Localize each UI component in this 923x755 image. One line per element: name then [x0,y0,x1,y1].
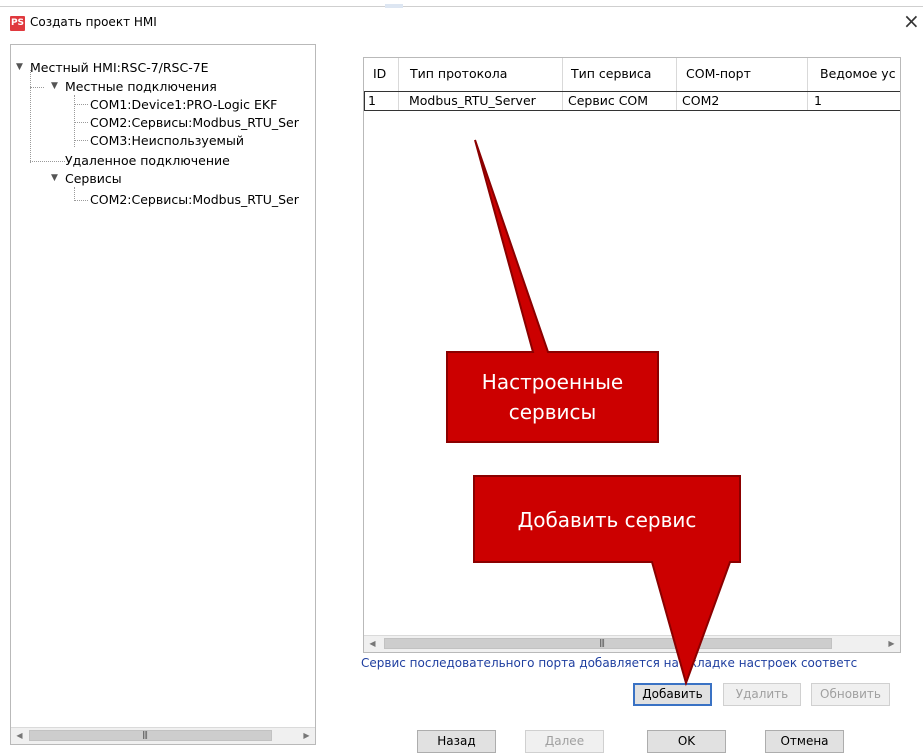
table-cell: 1 [368,93,376,108]
tree-connector [74,140,88,141]
callout-text-line: сервисы [508,400,597,424]
expand-arrow-icon[interactable]: ▼ [51,78,58,95]
scroll-right-icon[interactable]: ▶ [298,728,315,744]
table-cell: Modbus_RTU_Server [409,93,536,108]
tree-item-remote-connection[interactable]: Удаленное подключение [65,152,230,169]
tree-item-com2[interactable]: COM2:Сервисы:Modbus_RTU_Ser [90,114,299,131]
tree-connector [74,122,88,123]
callout-label-add-service: Добавить сервис [517,508,697,532]
tree-item-com3[interactable]: COM3:Неиспользуемый [90,132,244,149]
column-header-com-port[interactable]: COM-порт [686,58,751,90]
scroll-right-icon[interactable]: ▶ [883,636,900,652]
table-cell: 1 [814,93,822,108]
scrollbar-thumb[interactable]: ||| [29,730,272,741]
connection-tree[interactable]: ▼ Местный HMI:RSC-7/RSC-7E ▼ Местные под… [10,44,316,745]
tree-connector [74,104,88,105]
tree-item-local-connections[interactable]: Местные подключения [65,78,217,95]
cancel-button[interactable]: Отмена [765,730,844,753]
tree-item-services[interactable]: Сервисы [65,170,122,187]
top-border [0,6,923,7]
scrollbar-thumb[interactable]: ||| [384,638,832,649]
delete-button[interactable]: Удалить [723,683,801,706]
column-header-protocol[interactable]: Тип протокола [410,58,507,90]
tree-connector [74,200,88,201]
ok-button[interactable]: OK [647,730,726,753]
close-icon[interactable]: × [903,11,920,31]
scroll-left-icon[interactable]: ◀ [11,728,28,744]
table-horizontal-scrollbar[interactable]: ◀ ||| ▶ [364,635,900,652]
callout-label-configured: Настроенные сервисы [447,367,658,427]
column-header-id[interactable]: ID [373,58,386,90]
scroll-grip-icon: ||| [142,730,148,739]
tree-horizontal-scrollbar[interactable]: ◀ ||| ▶ [11,727,315,744]
next-button[interactable]: Далее [525,730,604,753]
callout-text-line: Настроенные [481,370,624,394]
update-button[interactable]: Обновить [811,683,890,706]
expand-arrow-icon[interactable]: ▼ [16,59,23,76]
app-logo-icon: PS [10,16,25,31]
tree-item-com1[interactable]: COM1:Device1:PRO-Logic EKF [90,96,277,113]
tree-connector [30,87,44,88]
tree-connector [74,187,75,201]
window-title: Создать проект HMI [30,15,157,29]
back-button[interactable]: Назад [417,730,496,753]
column-header-slave[interactable]: Ведомое ус [820,58,900,90]
add-button[interactable]: Добавить [633,683,712,706]
services-table[interactable]: ID Тип протокола Тип сервиса COM-порт Ве… [363,57,901,653]
tree-item-services-com2[interactable]: COM2:Сервисы:Modbus_RTU_Ser [90,191,299,208]
table-cell: COM2 [682,93,720,108]
column-header-service-type[interactable]: Тип сервиса [571,58,651,90]
tree-connector [30,70,31,163]
table-cell: Сервис COM [568,93,649,108]
scroll-grip-icon: ||| [599,638,605,647]
top-notch [385,4,403,8]
expand-arrow-icon[interactable]: ▼ [51,170,58,187]
title-bar: PS Создать проект HMI × [0,0,923,34]
scroll-left-icon[interactable]: ◀ [364,636,381,652]
tree-connector [30,161,65,162]
info-hint-text: Сервис последовательного порта добавляет… [361,656,858,670]
tree-item-root[interactable]: Местный HMI:RSC-7/RSC-7E [30,59,209,76]
